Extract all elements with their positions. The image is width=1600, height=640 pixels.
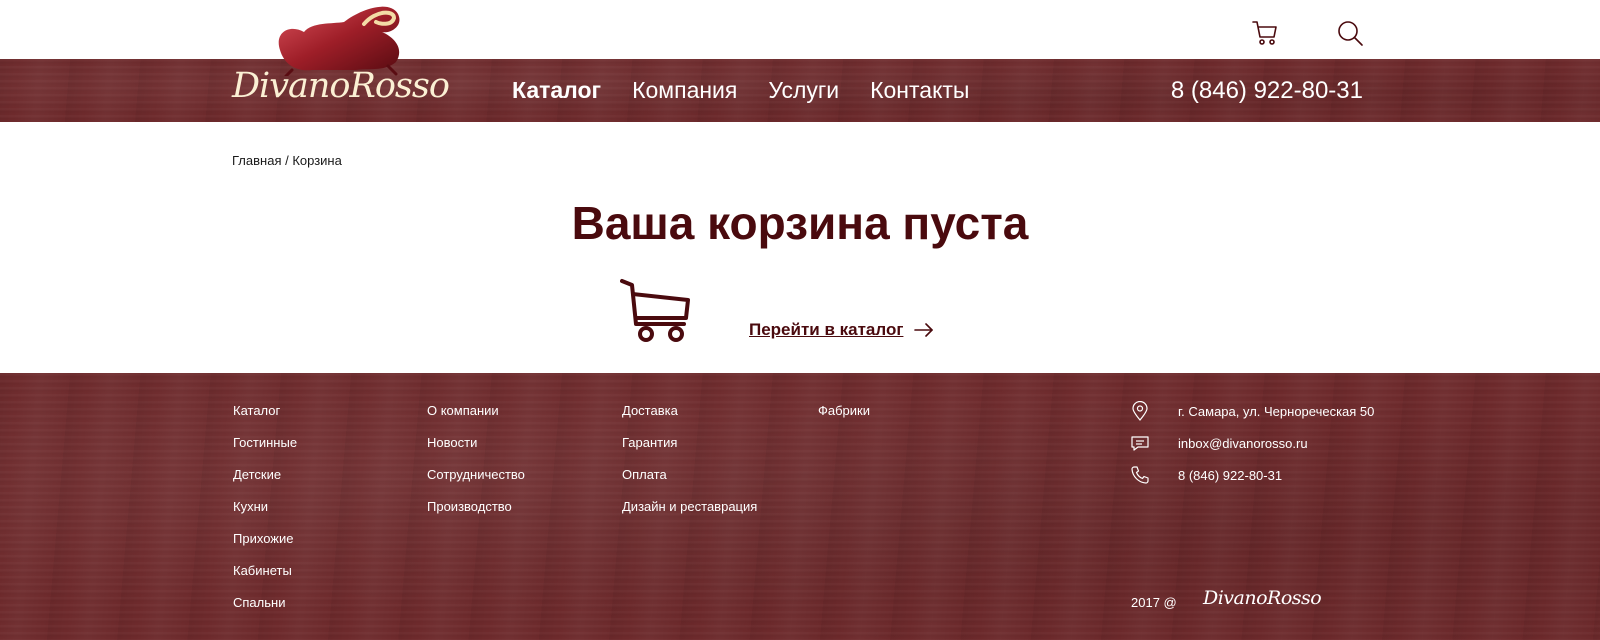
footer-column-company: О компании Новости Сотрудничество Произв… bbox=[427, 403, 525, 515]
footer-link[interactable]: Гостинные bbox=[233, 435, 297, 451]
footer-link[interactable]: Гарантия bbox=[622, 435, 757, 451]
empty-cart-icon bbox=[620, 278, 692, 344]
footer: Каталог Гостинные Детские Кухни Прихожие… bbox=[0, 373, 1600, 640]
main-nav: Каталог Компания Услуги Контакты bbox=[512, 59, 969, 122]
address-text: г. Самара, ул. Чернореческая 50 bbox=[1178, 403, 1375, 419]
email-text[interactable]: inbox@divanorosso.ru bbox=[1178, 436, 1308, 451]
logo-text: DivanoRosso bbox=[232, 66, 450, 106]
go-to-catalog-label: Перейти в каталог bbox=[749, 320, 904, 339]
search-icon[interactable] bbox=[1335, 18, 1365, 48]
nav-item-company[interactable]: Компания bbox=[632, 77, 737, 104]
footer-link[interactable]: Доставка bbox=[622, 403, 757, 419]
logo[interactable]: DivanoRosso bbox=[230, 0, 450, 112]
footer-column-catalog: Каталог Гостинные Детские Кухни Прихожие… bbox=[233, 403, 297, 611]
footer-link[interactable]: Кабинеты bbox=[233, 563, 297, 579]
footer-link[interactable]: Детские bbox=[233, 467, 297, 483]
location-pin-icon bbox=[1130, 400, 1150, 421]
footer-link[interactable]: Спальни bbox=[233, 595, 297, 611]
footer-link[interactable]: Прихожие bbox=[233, 531, 297, 547]
contact-phone: 8 (846) 922-80-31 bbox=[1130, 465, 1374, 485]
arrow-right-icon bbox=[914, 323, 934, 337]
footer-link[interactable]: Фабрики bbox=[818, 403, 870, 419]
footer-link[interactable]: Новости bbox=[427, 435, 525, 451]
footer-link[interactable]: О компании bbox=[427, 403, 525, 419]
footer-column-factories: Фабрики bbox=[818, 403, 870, 419]
contact-email: inbox@divanorosso.ru bbox=[1130, 433, 1374, 453]
cart-icon[interactable] bbox=[1250, 18, 1280, 48]
footer-link[interactable]: Кухни bbox=[233, 499, 297, 515]
footer-column-services: Доставка Гарантия Оплата Дизайн и рестав… bbox=[622, 403, 757, 515]
footer-link[interactable]: Сотрудничество bbox=[427, 467, 525, 483]
footer-link[interactable]: Каталог bbox=[233, 403, 297, 419]
breadcrumb-current: Корзина bbox=[292, 153, 342, 168]
header-phone[interactable]: 8 (846) 922-80-31 bbox=[1171, 59, 1363, 122]
footer-contacts: г. Самара, ул. Чернореческая 50 inbox@di… bbox=[1130, 400, 1375, 485]
footer-logo[interactable]: DivanoRosso bbox=[1203, 587, 1322, 609]
page-title: Ваша корзина пуста bbox=[571, 197, 1029, 249]
breadcrumb-separator: / bbox=[281, 153, 293, 168]
breadcrumb-home[interactable]: Главная bbox=[232, 153, 281, 168]
go-to-catalog-link[interactable]: Перейти в каталог bbox=[749, 320, 935, 340]
footer-link[interactable]: Оплата bbox=[622, 467, 757, 483]
breadcrumb: Главная / Корзина bbox=[232, 153, 342, 168]
phone-icon bbox=[1130, 465, 1150, 485]
nav-item-services[interactable]: Услуги bbox=[768, 77, 839, 104]
copyright: 2017 @ bbox=[1131, 595, 1177, 610]
footer-link[interactable]: Производство bbox=[427, 499, 525, 515]
sofa-logo-icon bbox=[278, 6, 400, 76]
nav-item-catalog[interactable]: Каталог bbox=[512, 77, 601, 104]
phone-text[interactable]: 8 (846) 922-80-31 bbox=[1178, 468, 1282, 483]
message-icon bbox=[1130, 433, 1150, 453]
nav-item-contacts[interactable]: Контакты bbox=[870, 77, 969, 104]
footer-link[interactable]: Дизайн и реставрация bbox=[622, 499, 757, 515]
contact-address: г. Самара, ул. Чернореческая 50 bbox=[1130, 400, 1375, 421]
